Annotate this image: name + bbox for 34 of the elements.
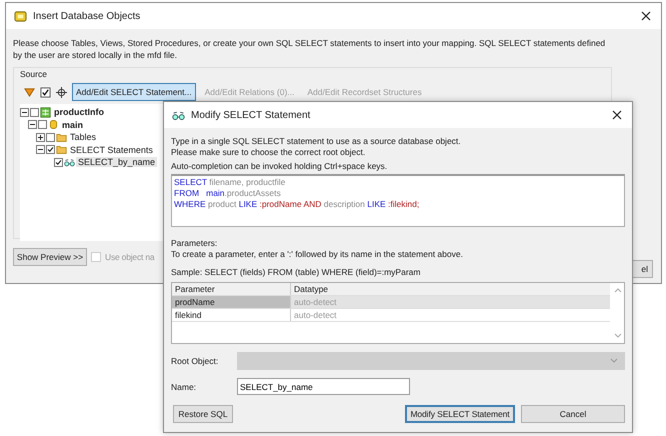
dialog-button[interactable]: Modify SELECT Statement	[405, 405, 515, 423]
dialog-button[interactable]: Cancel	[521, 405, 625, 423]
table-cell: prodName	[172, 296, 291, 308]
dialog-button[interactable]: el	[633, 260, 653, 278]
parameters-label: Parameters:	[171, 238, 218, 248]
tree-item[interactable]: Tables	[68, 132, 98, 142]
tree-item[interactable]: productInfo	[52, 107, 106, 118]
show-preview-button[interactable]: Show Preview >>	[13, 248, 87, 266]
parameters-hint: To create a parameter, enter a ':' followed by its name in the statement above.	[171, 249, 464, 259]
column-header[interactable]: Parameter	[172, 283, 291, 295]
description-text: Please choose Tables, Views, Stored Procedures, or create your own SQL SELECT statements to insert into your mapping. SQL SELECT statements defined by the user are stored locally in the mfd file.	[13, 37, 606, 61]
dialog-button[interactable]: Restore SQL	[173, 405, 233, 423]
checkbox-label: Use object na	[105, 252, 154, 262]
sql-editor[interactable]: SELECT filename, productfile FROM main.productAssets WHERE product LIKE :prodName AND description LIKE :filekind;	[171, 174, 625, 227]
window-title: Insert Database Objects	[33, 10, 142, 22]
window-title: Modify SELECT Statement	[191, 110, 312, 120]
field-label: Name:	[171, 382, 198, 392]
instruction-text: Type in a single SQL SELECT statement to use as a source database object.	[171, 136, 462, 147]
group-label: Source	[20, 69, 47, 79]
tree-item[interactable]: SELECT Statements	[68, 144, 155, 155]
hint-text: Auto-completion can be invoked holding Ctrl+space keys.	[171, 161, 388, 171]
tree-item[interactable]: main	[60, 120, 86, 130]
table-cell: filekind	[172, 309, 291, 321]
toolbar-button[interactable]: Add/Edit SELECT Statement...	[72, 83, 196, 101]
table-row[interactable]: prodName auto-detect	[172, 296, 610, 309]
tree-item[interactable]: SELECT_by_name	[76, 157, 158, 168]
table-cell-text: auto-detect	[293, 309, 338, 321]
instruction-text: Please make sure to choose the correct root object.	[171, 147, 366, 158]
column-header[interactable]: Datatype	[291, 283, 610, 295]
field-label: Root Object:	[171, 356, 220, 366]
name-field[interactable]: SELECT_by_name	[237, 378, 410, 395]
table-cell-text: auto-detect	[293, 296, 338, 308]
table-row[interactable]: filekind auto-detect	[172, 309, 610, 322]
sample-text: Sample: SELECT (fields) FROM (table) WHERE (field)=:myParam	[171, 267, 422, 277]
